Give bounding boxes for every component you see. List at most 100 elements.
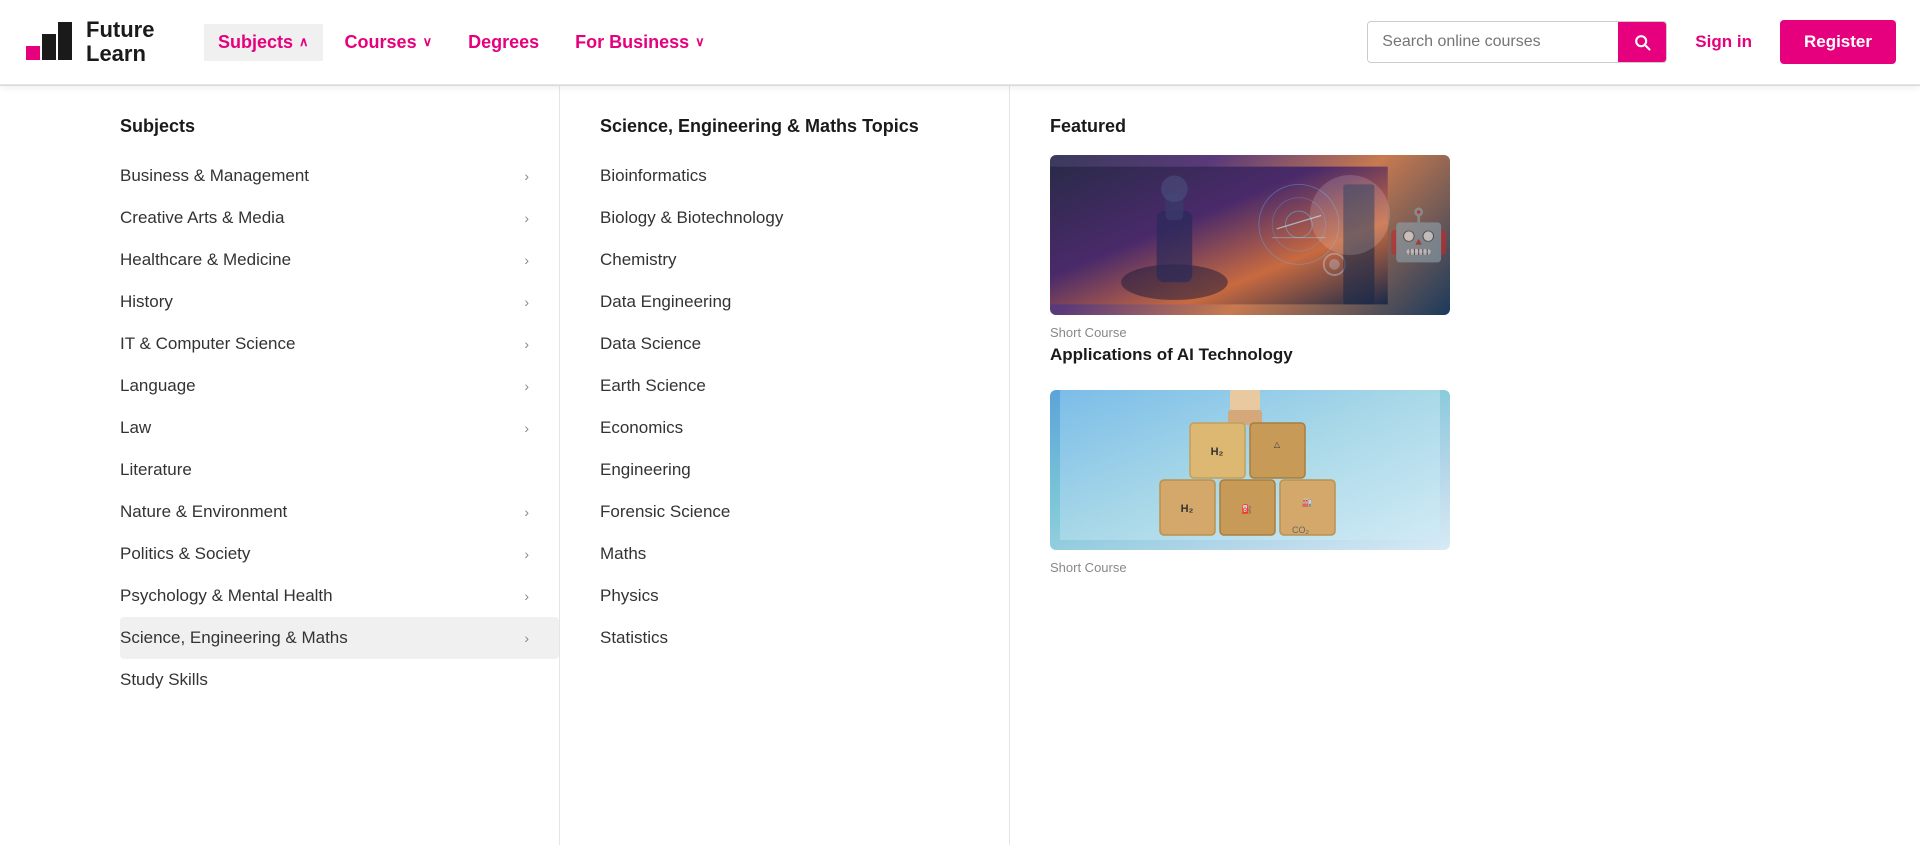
subject-label: Language	[120, 376, 196, 396]
subject-chevron-icon: ›	[524, 588, 529, 604]
subject-item-law[interactable]: Law ›	[120, 407, 559, 449]
subject-label: Science, Engineering & Maths	[120, 628, 348, 648]
topic-label: Bioinformatics	[600, 166, 707, 186]
site-header: Future Learn Subjects ∧ Courses ∨ Degree…	[0, 0, 1920, 85]
topic-item-earth-science[interactable]: Earth Science	[600, 365, 979, 407]
search-wrapper	[1367, 21, 1667, 63]
topic-item-physics[interactable]: Physics	[600, 575, 979, 617]
subject-chevron-icon: ›	[524, 504, 529, 520]
topic-item-chemistry[interactable]: Chemistry	[600, 239, 979, 281]
topic-label: Biology & Biotechnology	[600, 208, 783, 228]
subject-chevron-icon: ›	[524, 336, 529, 352]
logo[interactable]: Future Learn	[24, 16, 184, 68]
svg-text:H₂: H₂	[1211, 446, 1224, 458]
subject-chevron-icon: ›	[524, 252, 529, 268]
logo-icon	[24, 16, 76, 68]
nav-subjects[interactable]: Subjects ∧	[204, 24, 323, 61]
topic-label: Forensic Science	[600, 502, 730, 522]
topic-label: Maths	[600, 544, 646, 564]
topic-item-biology---biotechnology[interactable]: Biology & Biotechnology	[600, 197, 979, 239]
topic-item-forensic-science[interactable]: Forensic Science	[600, 491, 979, 533]
nav-degrees[interactable]: Degrees	[454, 24, 553, 61]
subjects-column: Subjects Business & Management›Creative …	[0, 86, 560, 845]
svg-text:⛽: ⛽	[1241, 503, 1252, 514]
topic-label: Engineering	[600, 460, 691, 480]
subject-label: Business & Management	[120, 166, 309, 186]
subject-label: Psychology & Mental Health	[120, 586, 333, 606]
nav-forbusiness[interactable]: For Business ∨	[561, 24, 719, 61]
subject-chevron-icon: ›	[524, 546, 529, 562]
featured-card-1[interactable]: Short Course Applications of AI Technolo…	[1050, 155, 1890, 366]
subject-item-history[interactable]: History ›	[120, 281, 559, 323]
topics-column: Science, Engineering & Maths Topics Bioi…	[560, 86, 1010, 845]
featured-card-2[interactable]: H₂ ⛽ 🏭 H₂ △ CO₂ Short Course	[1050, 390, 1890, 575]
featured-card-2-type: Short Course	[1050, 560, 1890, 575]
subject-label: Literature	[120, 460, 192, 480]
featured-card-1-type: Short Course	[1050, 325, 1890, 340]
topic-item-maths[interactable]: Maths	[600, 533, 979, 575]
signin-button[interactable]: Sign in	[1683, 24, 1764, 60]
subject-item-healthcare---medicine[interactable]: Healthcare & Medicine ›	[120, 239, 559, 281]
topic-item-economics[interactable]: Economics	[600, 407, 979, 449]
subject-chevron-icon: ›	[524, 294, 529, 310]
main-nav: Subjects ∧ Courses ∨ Degrees For Busines…	[204, 24, 1367, 61]
subject-chevron-icon: ›	[524, 630, 529, 646]
featured-card-1-title: Applications of AI Technology	[1050, 344, 1890, 366]
subject-label: History	[120, 292, 173, 312]
subject-label: IT & Computer Science	[120, 334, 295, 354]
topic-item-data-science[interactable]: Data Science	[600, 323, 979, 365]
ai-image-svg	[1050, 158, 1388, 313]
featured-card-2-image: H₂ ⛽ 🏭 H₂ △ CO₂	[1050, 390, 1450, 550]
svg-text:CO₂: CO₂	[1292, 525, 1310, 535]
subject-label: Nature & Environment	[120, 502, 287, 522]
subject-item-literature[interactable]: Literature	[120, 449, 559, 491]
subject-item-business---management[interactable]: Business & Management ›	[120, 155, 559, 197]
subject-label: Study Skills	[120, 670, 208, 690]
h2-image-svg: H₂ ⛽ 🏭 H₂ △ CO₂	[1060, 390, 1440, 540]
svg-text:🏭: 🏭	[1302, 498, 1312, 507]
subject-chevron-icon: ›	[524, 378, 529, 394]
subject-chevron-icon: ›	[524, 420, 529, 436]
search-button[interactable]	[1618, 22, 1666, 62]
logo-text: Future Learn	[86, 18, 154, 66]
subject-item-study-skills[interactable]: Study Skills	[120, 659, 559, 701]
subjects-heading: Subjects	[120, 116, 559, 137]
featured-column: Featured	[1010, 86, 1920, 845]
topic-label: Earth Science	[600, 376, 706, 396]
subject-item-it---computer-science[interactable]: IT & Computer Science ›	[120, 323, 559, 365]
subject-label: Law	[120, 418, 151, 438]
subjects-chevron-icon: ∧	[299, 34, 309, 50]
topic-label: Data Science	[600, 334, 701, 354]
subject-label: Healthcare & Medicine	[120, 250, 291, 270]
topic-label: Physics	[600, 586, 659, 606]
search-icon	[1632, 32, 1652, 52]
featured-card-1-image	[1050, 155, 1450, 315]
topics-list: Bioinformatics Biology & Biotechnology Che…	[600, 155, 979, 659]
courses-chevron-icon: ∨	[423, 34, 433, 50]
subject-chevron-icon: ›	[524, 210, 529, 226]
forbusiness-chevron-icon: ∨	[695, 34, 705, 50]
subject-label: Politics & Society	[120, 544, 250, 564]
topic-item-engineering[interactable]: Engineering	[600, 449, 979, 491]
subjects-list: Business & Management›Creative Arts & Me…	[120, 155, 559, 701]
subject-item-politics---society[interactable]: Politics & Society ›	[120, 533, 559, 575]
topic-item-statistics[interactable]: Statistics	[600, 617, 979, 659]
search-input[interactable]	[1368, 23, 1618, 61]
subject-item-science--engineering---maths[interactable]: Science, Engineering & Maths ›	[120, 617, 559, 659]
nav-courses[interactable]: Courses ∨	[331, 24, 447, 61]
subject-item-nature---environment[interactable]: Nature & Environment ›	[120, 491, 559, 533]
subjects-dropdown: Subjects Business & Management›Creative …	[0, 85, 1920, 845]
subject-chevron-icon: ›	[524, 168, 529, 184]
header-right: Sign in Register	[1367, 20, 1896, 64]
topics-heading: Science, Engineering & Maths Topics	[600, 116, 979, 137]
topic-label: Economics	[600, 418, 683, 438]
topic-item-bioinformatics[interactable]: Bioinformatics	[600, 155, 979, 197]
featured-heading: Featured	[1050, 116, 1890, 137]
subject-item-creative-arts---media[interactable]: Creative Arts & Media ›	[120, 197, 559, 239]
subject-label: Creative Arts & Media	[120, 208, 284, 228]
subject-item-psychology---mental-health[interactable]: Psychology & Mental Health ›	[120, 575, 559, 617]
subject-item-language[interactable]: Language ›	[120, 365, 559, 407]
topic-label: Data Engineering	[600, 292, 731, 312]
register-button[interactable]: Register	[1780, 20, 1896, 64]
topic-item-data-engineering[interactable]: Data Engineering	[600, 281, 979, 323]
